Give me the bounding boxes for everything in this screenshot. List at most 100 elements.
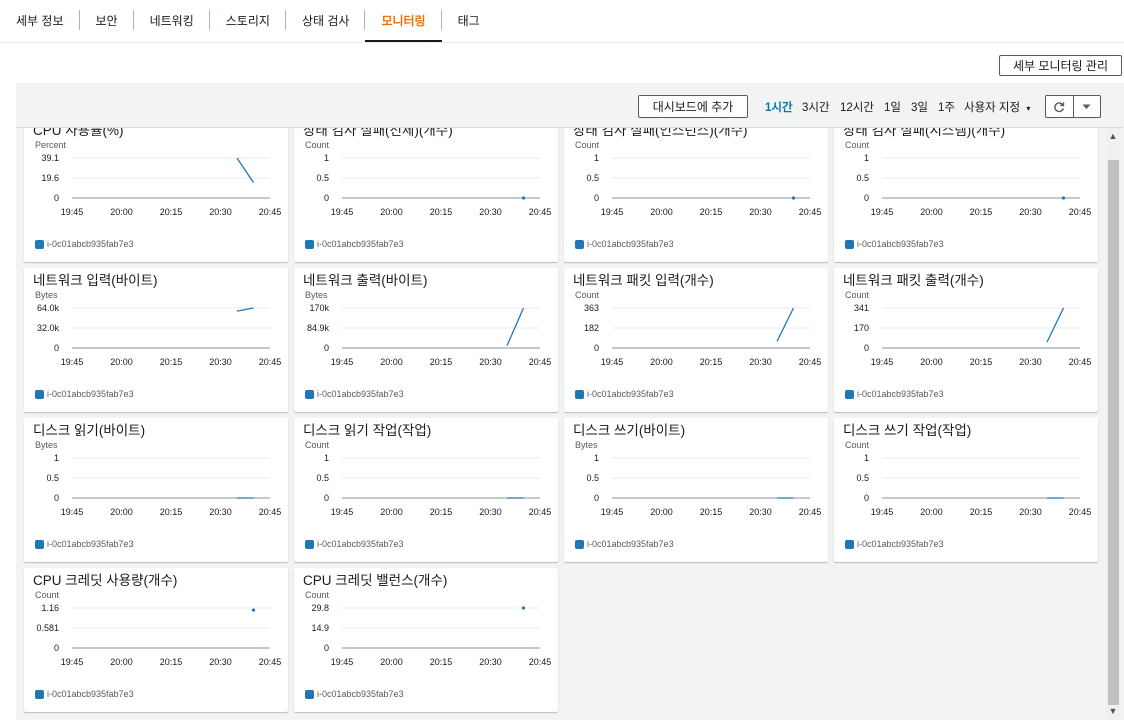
data-point bbox=[251, 608, 256, 612]
metric-chart: 0 84.9k 170k 19:45 20:00 20:15 20:30 20:45 bbox=[307, 304, 551, 367]
widget-title: 디스크 읽기 작업(작업) bbox=[303, 423, 432, 438]
x-tick-label: 20:30 bbox=[749, 357, 772, 367]
y-tick-label: 0.5 bbox=[46, 473, 59, 483]
x-tick-label: 20:15 bbox=[970, 357, 993, 367]
time-range-4[interactable]: 3일 bbox=[911, 99, 928, 115]
metric-widget[interactable]: CPU 크레딧 밸런스(개수) Count 0 14.9 29.8 19:45 20:00 2… bbox=[294, 568, 558, 712]
x-tick-label: 20:30 bbox=[479, 207, 502, 217]
widget-unit-label: Count bbox=[845, 290, 870, 300]
metric-widget[interactable]: 네트워크 입력(바이트) Bytes 0 32.0k 64.0k 19:45 20:00 20… bbox=[24, 268, 288, 412]
time-range-0[interactable]: 1시간 bbox=[765, 99, 793, 115]
y-tick-label: 0 bbox=[54, 343, 59, 353]
widget-title: 상태 검사 실패(인스턴스)(개수) bbox=[573, 128, 748, 138]
chart-legend[interactable]: i-0c01abcb935fab7e3 bbox=[575, 239, 674, 249]
x-tick-label: 20:15 bbox=[700, 357, 723, 367]
chart-legend[interactable]: i-0c01abcb935fab7e3 bbox=[845, 239, 944, 249]
chart-legend[interactable]: i-0c01abcb935fab7e3 bbox=[35, 239, 134, 249]
y-tick-label: 39.1 bbox=[41, 154, 59, 163]
x-tick-label: 20:00 bbox=[380, 357, 403, 367]
tab-6[interactable]: 태그 bbox=[442, 0, 496, 40]
metric-widget[interactable]: 디스크 읽기 작업(작업) Count 0 0.5 1 19:45 20:00 20:15 20… bbox=[294, 418, 558, 562]
y-tick-label: 0.5 bbox=[586, 473, 599, 483]
x-tick-label: 20:30 bbox=[209, 507, 232, 517]
x-tick-label: 20:45 bbox=[259, 657, 282, 667]
y-tick-label: 1.16 bbox=[41, 604, 59, 613]
time-range-5[interactable]: 1주 bbox=[938, 99, 955, 115]
widget-unit-label: Bytes bbox=[575, 440, 598, 450]
refresh-options-button[interactable] bbox=[1072, 96, 1101, 117]
x-tick-label: 20:15 bbox=[430, 507, 453, 517]
chart-legend[interactable]: i-0c01abcb935fab7e3 bbox=[845, 539, 944, 549]
x-tick-label: 20:15 bbox=[430, 207, 453, 217]
time-range-1[interactable]: 3시간 bbox=[802, 99, 830, 115]
caret-down-icon bbox=[1082, 104, 1091, 109]
tab-label: 태그 bbox=[457, 13, 480, 28]
scroll-up-icon[interactable]: ▲ bbox=[1107, 131, 1119, 141]
chart-legend[interactable]: i-0c01abcb935fab7e3 bbox=[305, 239, 404, 249]
tab-5[interactable]: 모니터링 bbox=[365, 0, 442, 42]
legend-swatch bbox=[575, 239, 584, 249]
add-to-dashboard-button[interactable]: 대시보드에 추가 bbox=[638, 95, 748, 118]
metric-widget[interactable]: 디스크 쓰기(바이트) Bytes 0 0.5 1 19:45 20:00 20:15 20:3… bbox=[564, 418, 828, 562]
widget-title: 네트워크 패킷 출력(개수) bbox=[843, 273, 984, 288]
legend-label: i-0c01abcb935fab7e3 bbox=[587, 389, 674, 399]
legend-swatch bbox=[35, 539, 44, 549]
legend-swatch bbox=[305, 239, 314, 249]
legend-label: i-0c01abcb935fab7e3 bbox=[47, 689, 134, 699]
x-tick-label: 20:15 bbox=[160, 207, 183, 217]
y-tick-label: 341 bbox=[854, 304, 869, 313]
legend-swatch bbox=[845, 239, 854, 249]
y-tick-label: 1 bbox=[864, 454, 869, 463]
legend-label: i-0c01abcb935fab7e3 bbox=[317, 389, 404, 399]
y-tick-label: 1 bbox=[594, 454, 599, 463]
tab-4[interactable]: 상태 검사 bbox=[286, 0, 366, 40]
legend-label: i-0c01abcb935fab7e3 bbox=[587, 539, 674, 549]
widget-title: 네트워크 패킷 입력(개수) bbox=[573, 273, 714, 288]
time-range-3[interactable]: 1일 bbox=[884, 99, 901, 115]
metric-widget[interactable]: 네트워크 패킷 입력(개수) Count 0 182 363 19:45 20:00 20:1… bbox=[564, 268, 828, 412]
tab-3[interactable]: 스토리지 bbox=[210, 0, 286, 40]
x-tick-label: 20:30 bbox=[749, 507, 772, 517]
tab-0[interactable]: 세부 정보 bbox=[0, 0, 80, 40]
chart-legend[interactable]: i-0c01abcb935fab7e3 bbox=[305, 389, 404, 399]
x-tick-label: 20:00 bbox=[650, 357, 673, 367]
metric-widget[interactable]: 네트워크 출력(바이트) Bytes 0 84.9k 170k 19:45 20:00 20:… bbox=[294, 268, 558, 412]
widget-unit-label: Count bbox=[305, 440, 330, 450]
tab-2[interactable]: 네트워킹 bbox=[134, 0, 210, 40]
chart-legend[interactable]: i-0c01abcb935fab7e3 bbox=[575, 389, 674, 399]
tab-1[interactable]: 보안 bbox=[80, 0, 134, 40]
y-tick-label: 1 bbox=[324, 454, 329, 463]
chart-legend[interactable]: i-0c01abcb935fab7e3 bbox=[305, 689, 404, 699]
metric-widget[interactable]: CPU 크레딧 사용량(개수) Count 0 0.581 1.16 19:45 20:00… bbox=[24, 568, 288, 712]
scroll-down-icon[interactable]: ▼ bbox=[1107, 706, 1119, 716]
metric-widget[interactable]: CPU 사용률(%) Percent 0 19.6 39.1 19:45 20:00 20:1… bbox=[24, 128, 288, 262]
metric-chart: 0 0.5 1 19:45 20:00 20:15 20:30 20:45 bbox=[316, 154, 551, 217]
custom-range-dropdown[interactable]: 사용자 지정 ▾ bbox=[964, 99, 1030, 115]
chart-legend[interactable]: i-0c01abcb935fab7e3 bbox=[35, 539, 134, 549]
chart-legend[interactable]: i-0c01abcb935fab7e3 bbox=[845, 389, 944, 399]
time-range-2[interactable]: 12시간 bbox=[840, 99, 874, 115]
metric-widget[interactable]: 상태 검사 실패(인스턴스)(개수) Count 0 0.5 1 19:45 20:00 20… bbox=[564, 128, 828, 262]
y-tick-label: 0.5 bbox=[856, 473, 869, 483]
metric-widget[interactable]: 디스크 쓰기 작업(작업) Count 0 0.5 1 19:45 20:00 20:15 20… bbox=[834, 418, 1098, 562]
chart-legend[interactable]: i-0c01abcb935fab7e3 bbox=[35, 689, 134, 699]
x-tick-label: 20:30 bbox=[1019, 357, 1042, 367]
x-tick-label: 20:00 bbox=[110, 657, 133, 667]
widget-title: 디스크 쓰기(바이트) bbox=[573, 423, 686, 438]
legend-label: i-0c01abcb935fab7e3 bbox=[587, 239, 674, 249]
metric-widget[interactable]: 상태 검사 실패(시스템)(개수) Count 0 0.5 1 19:45 20:00 20:… bbox=[834, 128, 1098, 262]
y-tick-label: 1 bbox=[324, 154, 329, 163]
x-tick-label: 20:00 bbox=[650, 507, 673, 517]
x-tick-label: 20:00 bbox=[380, 207, 403, 217]
metric-widget[interactable]: 네트워크 패킷 출력(개수) Count 0 170 341 19:45 20:00 20:1… bbox=[834, 268, 1098, 412]
chart-legend[interactable]: i-0c01abcb935fab7e3 bbox=[35, 389, 134, 399]
manage-detailed-monitoring-button[interactable]: 세부 모니터링 관리 bbox=[999, 55, 1122, 76]
refresh-button[interactable] bbox=[1046, 96, 1073, 117]
y-tick-label: 29.8 bbox=[311, 604, 329, 613]
metric-widget[interactable]: 상태 검사 실패(전체)(개수) Count 0 0.5 1 19:45 20:00 20:1… bbox=[294, 128, 558, 262]
metric-widget[interactable]: 디스크 읽기(바이트) Bytes 0 0.5 1 19:45 20:00 20:15 20:3… bbox=[24, 418, 288, 562]
chart-legend[interactable]: i-0c01abcb935fab7e3 bbox=[305, 539, 404, 549]
scrollbar-thumb[interactable] bbox=[1108, 160, 1119, 705]
legend-swatch bbox=[35, 239, 44, 249]
chart-legend[interactable]: i-0c01abcb935fab7e3 bbox=[575, 539, 674, 549]
